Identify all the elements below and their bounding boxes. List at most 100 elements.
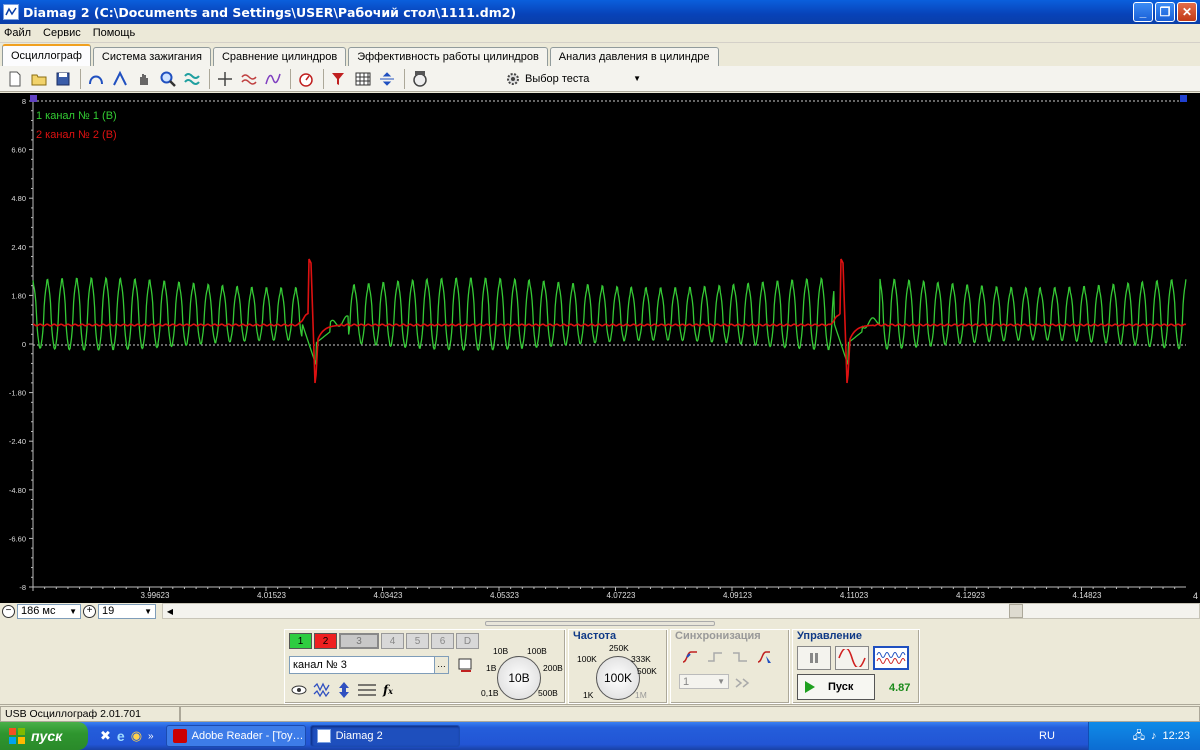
channel-settings-icon[interactable] — [457, 657, 475, 675]
taskbar-item-adobe-reader[interactable]: Adobe Reader - [Toy… — [165, 725, 306, 747]
horizontal-scrollbar[interactable]: ◀ — [162, 603, 1200, 619]
title-bar: Diamag 2 (C:\Documents and Settings\USER… — [0, 0, 1200, 24]
y-tick-label: 4.80 — [11, 194, 26, 203]
channel-button-2[interactable]: 2 — [314, 633, 337, 649]
taskbar-item-diamag[interactable]: Diamag 2 — [309, 725, 460, 747]
quicklaunch-expand-icon[interactable]: » — [148, 731, 154, 742]
minimize-button[interactable]: _ — [1133, 2, 1153, 22]
wave-overlay-icon[interactable] — [262, 68, 284, 90]
invert-wave-icon[interactable] — [313, 682, 331, 698]
x-tick-label: 4.09123 — [723, 591, 752, 600]
filter-icon[interactable] — [328, 68, 350, 90]
vertical-shift-icon[interactable] — [337, 681, 351, 699]
oscilloscope-plot[interactable]: 8 6.60 4.80 2.40 1.80 0 -1.80 -2.40 -4.80 -6.60 -8… — [0, 93, 1200, 603]
split-icon[interactable] — [376, 68, 398, 90]
time-base-select[interactable]: 186 мс ▼ — [17, 603, 81, 619]
sync-arrow-icon[interactable] — [735, 677, 753, 689]
auto-gauge-icon[interactable] — [295, 68, 317, 90]
tab-cylinder-pressure[interactable]: Анализ давления в цилиндре — [549, 47, 719, 66]
auto-icon[interactable] — [409, 68, 431, 90]
function-icon[interactable]: fx — [383, 683, 393, 697]
zoom-out-icon[interactable]: − — [2, 604, 15, 618]
status-text: USB Осциллограф 2.01.701 — [0, 705, 180, 722]
test-select[interactable]: Выбор теста ▼ — [503, 69, 645, 89]
cursor-horizontal-icon[interactable] — [85, 68, 107, 90]
freq-label-1k: 1K — [583, 690, 594, 700]
frequency-title: Частота — [573, 630, 617, 642]
menu-service[interactable]: Сервис — [43, 27, 81, 39]
chevron-down-icon: ▼ — [69, 606, 77, 616]
tab-cylinder-comparison[interactable]: Сравнение цилиндров — [212, 47, 347, 66]
language-indicator[interactable]: RU — [1039, 730, 1055, 742]
start-menu-button[interactable]: пуск — [0, 722, 88, 750]
test-select-label: Выбор теста — [525, 72, 590, 85]
x-tick-label: 4.14823 — [1073, 591, 1102, 600]
panel-splitter[interactable] — [0, 620, 1200, 628]
chevron-down-icon: ▼ — [633, 74, 641, 83]
network-icon[interactable]: 🖧 — [1133, 727, 1145, 746]
menu-file[interactable]: Файл — [4, 27, 31, 39]
sync-edge-up-icon[interactable] — [706, 648, 724, 666]
clock: 12:23 — [1162, 730, 1190, 742]
quicklaunch-media-icon[interactable]: ◉ — [131, 728, 142, 744]
close-button[interactable]: ✕ — [1177, 2, 1197, 22]
channel-button-5[interactable]: 5 — [406, 633, 429, 649]
quicklaunch-explorer-icon[interactable]: ✖ — [100, 728, 111, 744]
channel-name-value: канал № 3 — [293, 659, 347, 671]
legend-channel-2: 2 канал № 2 (В) — [36, 129, 117, 141]
zoom-in-icon[interactable]: + — [83, 604, 96, 618]
amplitude-dial[interactable]: 10В — [497, 656, 541, 700]
new-file-icon[interactable] — [4, 68, 26, 90]
scale-value: 19 — [102, 605, 115, 617]
continuous-wave-button[interactable] — [873, 646, 909, 670]
cursor-vertical-icon[interactable] — [109, 68, 131, 90]
marker-1[interactable] — [30, 95, 37, 102]
line-style-icon[interactable] — [357, 682, 377, 698]
channel-2-trace — [32, 258, 1187, 384]
x-tick-label: 4.11023 — [840, 591, 869, 600]
scroll-left-icon[interactable]: ◀ — [163, 604, 177, 618]
sync-manual-icon[interactable] — [756, 648, 774, 666]
auto-scale-icon[interactable] — [181, 68, 203, 90]
single-wave-button[interactable] — [835, 646, 869, 670]
chevron-down-icon: ▼ — [717, 677, 725, 686]
zoom-icon[interactable] — [157, 68, 179, 90]
oscilloscope-canvas: 8 6.60 4.80 2.40 1.80 0 -1.80 -2.40 -4.80 -6.60 -8… — [9, 95, 1198, 601]
gear-icon — [507, 72, 519, 85]
channel-button-4[interactable]: 4 — [381, 633, 404, 649]
save-icon[interactable] — [52, 68, 74, 90]
maximize-button[interactable]: ❐ — [1155, 2, 1175, 22]
sync-title: Синхронизация — [675, 630, 761, 642]
marker-2[interactable] — [1180, 95, 1187, 102]
sync-panel: Синхронизация 1 ▼ — [670, 629, 790, 704]
volume-icon[interactable]: ♪ — [1151, 730, 1157, 742]
tab-oscilloscope[interactable]: Осциллограф — [2, 44, 91, 66]
scroll-thumb[interactable] — [1009, 604, 1023, 618]
pause-button[interactable] — [797, 646, 831, 670]
tab-cylinder-efficiency[interactable]: Эффективность работы цилиндров — [348, 47, 548, 66]
sync-rising-icon[interactable] — [681, 648, 699, 666]
channel-name-field[interactable]: канал № 3 … — [289, 656, 449, 674]
system-tray: RU 🖧 ♪ 12:23 — [1039, 722, 1200, 750]
channel-button-digital[interactable]: D — [456, 633, 479, 649]
browse-button[interactable]: … — [434, 657, 448, 673]
wave-compress-icon[interactable] — [238, 68, 260, 90]
channel-button-1[interactable]: 1 — [289, 633, 312, 649]
hand-pan-icon[interactable] — [133, 68, 155, 90]
expand-icon[interactable] — [214, 68, 236, 90]
quicklaunch-ie-icon[interactable]: e — [117, 728, 125, 744]
scale-select[interactable]: 19 ▼ — [98, 603, 156, 619]
tab-ignition-system[interactable]: Система зажигания — [92, 47, 211, 66]
grid-icon[interactable] — [352, 68, 374, 90]
channel-button-6[interactable]: 6 — [431, 633, 454, 649]
x-tick-label: 4.07223 — [607, 591, 636, 600]
open-folder-icon[interactable] — [28, 68, 50, 90]
menu-help[interactable]: Помощь — [93, 27, 136, 39]
start-button[interactable]: Пуск — [797, 674, 875, 700]
eye-icon[interactable] — [291, 683, 307, 697]
channel-button-3[interactable]: 3 — [339, 633, 379, 649]
toolbar: Выбор теста ▼ — [0, 66, 1200, 92]
sync-channel-select[interactable]: 1 ▼ — [679, 674, 729, 689]
sync-edge-down-icon[interactable] — [731, 648, 749, 666]
y-tick-label: -6.60 — [9, 534, 26, 543]
